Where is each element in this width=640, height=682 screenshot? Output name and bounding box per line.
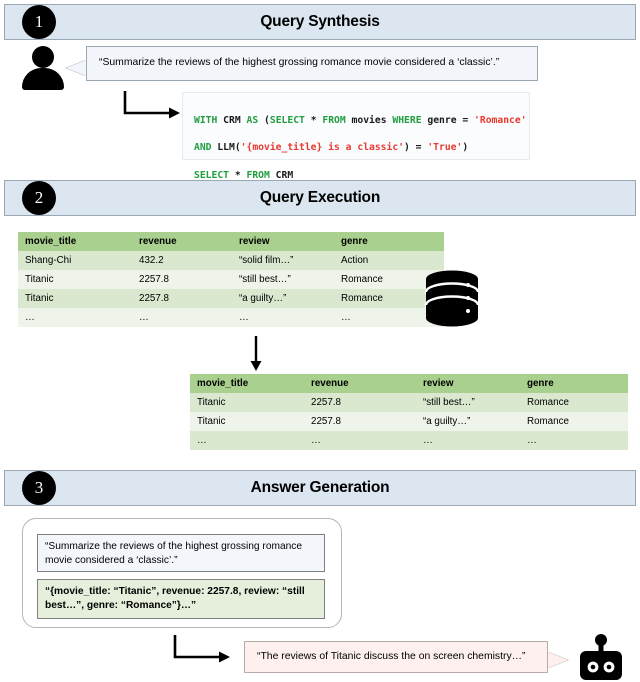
answer-text: “The reviews of Titanic discuss the on s… (257, 650, 526, 662)
table-cell: 2257.8 (132, 270, 232, 289)
table-row: ………… (18, 308, 444, 327)
sql-line-1: WITH CRM AS (SELECT * FROM movies WHERE … (194, 114, 527, 128)
sql-line-2: AND LLM('{movie_title} is a classic') = … (194, 141, 518, 155)
source-data-table: movie_title revenue review genre Shang-Chi 4… (18, 232, 444, 327)
sql-token: movies (345, 114, 393, 126)
person-head-shape (32, 46, 54, 68)
result-data-table: movie_title revenue review genre Titanic 225… (190, 374, 628, 450)
prompt-question-box: “Summarize the reviews of the highest gr… (37, 534, 325, 572)
table-cell: “still best…” (416, 393, 520, 412)
column-header: genre (520, 374, 628, 393)
sql-token: 'Romance' (474, 114, 527, 126)
section-title-2: Query Execution (259, 189, 381, 206)
robot-icon (580, 634, 622, 680)
table-cell: … (520, 431, 628, 450)
column-header: genre (334, 232, 444, 251)
down-arrow-to-result (250, 336, 262, 371)
sql-token: AS (246, 114, 259, 126)
sql-token: genre = (421, 114, 475, 126)
table-cell: Titanic (190, 412, 304, 431)
answer-bubble: “The reviews of Titanic discuss the on s… (244, 641, 548, 673)
table-cell: 432.2 (132, 251, 232, 270)
column-header: movie_title (18, 232, 132, 251)
database-cylinder-icon (424, 270, 480, 327)
user-bubble-tail (66, 60, 86, 76)
prompt-question-text: “Summarize the reviews of the highest gr… (45, 541, 303, 567)
user-query-text: “Summarize the reviews of the highest gr… (99, 57, 500, 69)
column-header: review (416, 374, 520, 393)
sql-token: WITH (194, 114, 218, 126)
table-cell: … (304, 431, 416, 450)
prompt-context-text: “{movie_title: “Titanic”, revenue: 2257.… (45, 586, 305, 612)
table-header-row: movie_title revenue review genre (18, 232, 444, 251)
section-header-3: 3 Answer Generation (4, 470, 636, 506)
table-row: Titanic 2257.8 “a guilty…” Romance (190, 412, 628, 431)
section-header-1: 1 Query Synthesis (4, 4, 636, 40)
sql-token: SELECT (269, 114, 305, 126)
sql-token: 'True' (427, 142, 463, 154)
column-header: revenue (304, 374, 416, 393)
sql-token: ) = (403, 142, 428, 154)
column-header: revenue (132, 232, 232, 251)
sql-token: WHERE (392, 114, 422, 126)
table-cell: … (416, 431, 520, 450)
sql-token: CRM (217, 114, 247, 126)
table-cell: Titanic (18, 270, 132, 289)
table-row: Titanic 2257.8 “still best…” Romance (190, 393, 628, 412)
prompt-panel: “Summarize the reviews of the highest gr… (22, 518, 342, 628)
table-cell: Titanic (18, 289, 132, 308)
table-cell: Shang-Chi (18, 251, 132, 270)
answer-bubble-tail (548, 652, 568, 668)
sql-token: ( (258, 114, 270, 126)
sql-token: FROM (322, 114, 346, 126)
sql-token: AND (194, 142, 212, 154)
sql-code-block: WITH CRM AS (SELECT * FROM movies WHERE … (182, 92, 530, 208)
table-cell: … (190, 431, 304, 450)
table-row: ………… (190, 431, 628, 450)
elbow-arrow-to-answer (173, 635, 230, 663)
table-cell: … (18, 308, 132, 327)
table-cell: “still best…” (232, 270, 334, 289)
sql-token: '{movie_title} is a classic' (240, 142, 404, 154)
sql-token: * (304, 114, 323, 126)
section-title-3: Answer Generation (250, 479, 390, 496)
person-body-shape (22, 68, 64, 90)
elbow-arrow-to-sql (123, 91, 180, 119)
table-cell: “a guilty…” (416, 412, 520, 431)
table-row: Titanic 2257.8 “a guilty…” Romance (18, 289, 444, 308)
sql-token: ) (462, 142, 469, 154)
user-query-bubble: “Summarize the reviews of the highest gr… (86, 46, 538, 81)
table-cell: 2257.8 (304, 412, 416, 431)
table-cell: … (232, 308, 334, 327)
table-cell: “solid film…” (232, 251, 334, 270)
table-cell: 2257.8 (304, 393, 416, 412)
table-cell: Action (334, 251, 444, 270)
column-header: movie_title (190, 374, 304, 393)
table-cell: … (132, 308, 232, 327)
table-cell: 2257.8 (132, 289, 232, 308)
sql-token: LLM( (211, 142, 241, 154)
person-icon (20, 46, 72, 90)
table-cell: “a guilty…” (232, 289, 334, 308)
table-header-row: movie_title revenue review genre (190, 374, 628, 393)
table-row: Titanic 2257.8 “still best…” Romance (18, 270, 444, 289)
prompt-context-box: “{movie_title: “Titanic”, revenue: 2257.… (37, 579, 325, 619)
column-header: review (232, 232, 334, 251)
section-header-2: 2 Query Execution (4, 180, 636, 216)
table-cell: Titanic (190, 393, 304, 412)
section-title-1: Query Synthesis (260, 13, 380, 30)
table-row: Shang-Chi 432.2 “solid film…” Action (18, 251, 444, 270)
table-cell: Romance (520, 393, 628, 412)
table-cell: Romance (520, 412, 628, 431)
